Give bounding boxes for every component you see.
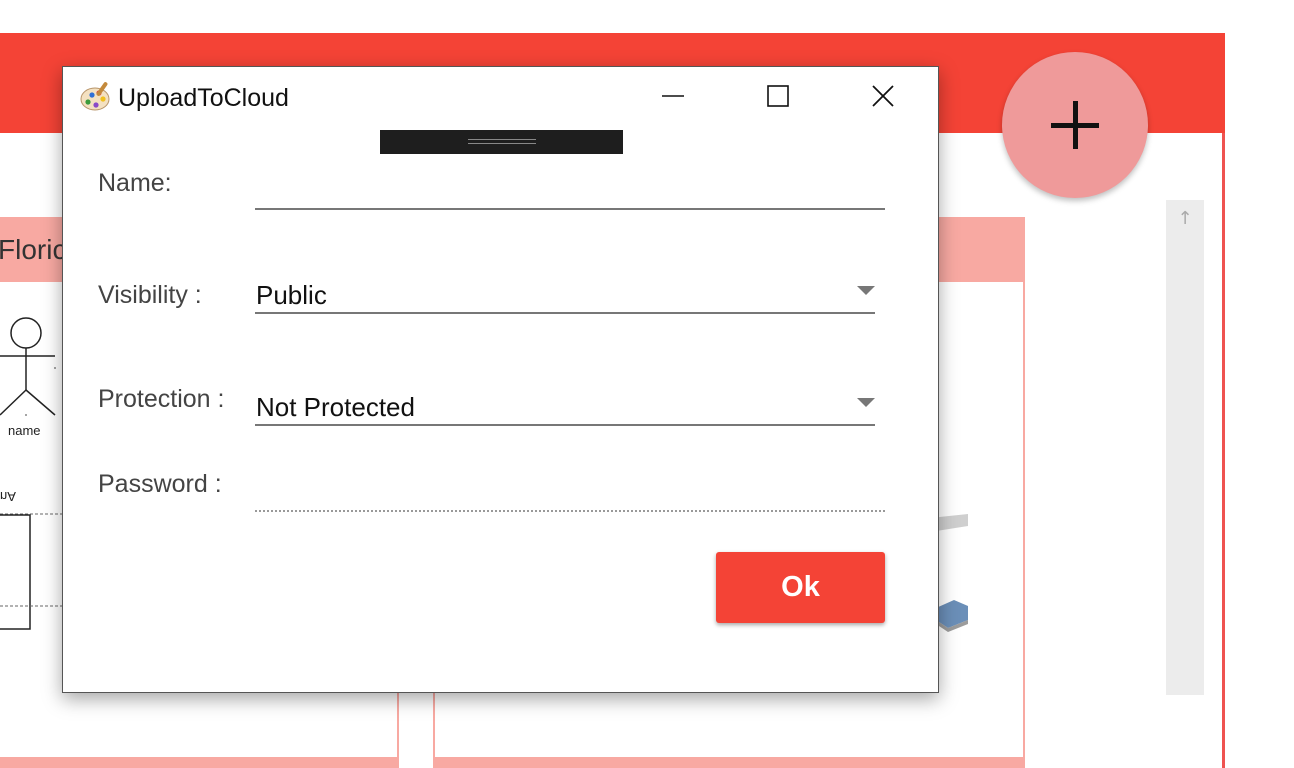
minimize-button[interactable] [623,67,723,125]
palette-icon [79,79,113,113]
upload-dialog: UploadToCloud Name: Visibility : Public … [62,66,939,693]
chevron-down-icon [857,398,875,407]
close-button[interactable] [833,67,933,125]
vertical-scrollbar[interactable]: ↑ [1166,200,1204,695]
dialog-titlebar[interactable]: UploadToCloud [63,67,938,131]
uml-actor-icon [0,317,70,630]
thumbnail-label: name [8,423,41,438]
add-button[interactable] [1002,52,1148,198]
visibility-label: Visibility : [98,281,202,309]
maximize-icon [767,85,789,107]
card-title: Floric [0,234,67,265]
thumbnail-label-flipped: nA [0,489,16,504]
password-input[interactable] [255,472,885,512]
close-icon [872,85,894,107]
plus-icon [1051,101,1099,149]
scroll-up-arrow-icon[interactable]: ↑ [1166,200,1204,236]
chevron-down-icon [857,286,875,295]
dialog-title: UploadToCloud [118,84,289,112]
name-label: Name: [98,169,172,197]
drag-handle[interactable] [380,130,623,154]
maximize-button[interactable] [728,67,828,125]
protection-value: Not Protected [256,392,415,422]
visibility-value: Public [256,280,327,310]
password-label: Password : [98,470,222,498]
diagram-thumbnail: name nA [0,315,70,645]
protection-select[interactable]: Not Protected [255,386,875,426]
visibility-select[interactable]: Public [255,274,875,314]
app-border [1222,133,1225,768]
card-header [433,757,1023,768]
name-input[interactable] [255,170,885,210]
minimize-icon [662,95,684,97]
ok-button[interactable]: Ok [716,552,885,623]
protection-label: Protection : [98,385,225,413]
card-header [0,757,397,768]
